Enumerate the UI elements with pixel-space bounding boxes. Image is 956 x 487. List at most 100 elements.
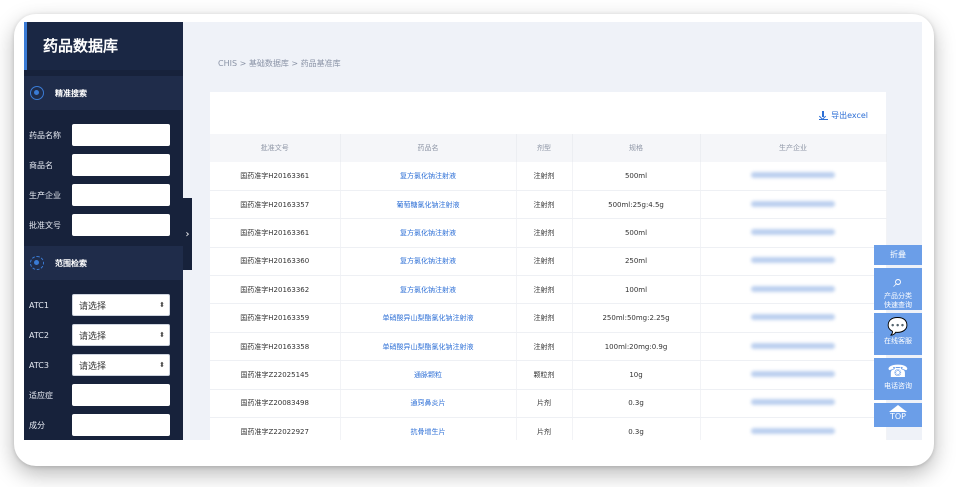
- sidebar-collapse-button[interactable]: ›: [183, 198, 192, 270]
- select-value: 请选择: [79, 301, 107, 312]
- drug-name-input[interactable]: [72, 124, 170, 146]
- select-arrow-icon: ⬍: [159, 331, 165, 339]
- select-value: 请选择: [79, 331, 107, 342]
- drug-name-link[interactable]: 复方氯化钠注射液: [340, 275, 517, 305]
- table-row[interactable]: 国药准字H20163357 葡萄糖氯化钠注射液 注射剂 500ml:25g:4.5g: [210, 190, 887, 220]
- field-label: ATC3: [29, 360, 49, 370]
- field-label: 药品名称: [29, 130, 61, 140]
- drug-name-link[interactable]: 单硝酸异山梨酯氯化钠注射液: [340, 332, 517, 362]
- drug-name-link[interactable]: 复方氯化钠注射液: [340, 247, 517, 277]
- approval-number-cell: 国药准字H20163362: [210, 275, 341, 305]
- drug-name-link[interactable]: 复方氯化钠注射液: [340, 162, 517, 191]
- approval-number-cell: 国药准字H20163358: [210, 332, 341, 362]
- redacted-text: [751, 171, 835, 178]
- spec-cell: 500ml: [572, 218, 701, 248]
- manufacturer-cell-redacted: [700, 162, 887, 191]
- spec-cell: 10g: [572, 360, 701, 390]
- approval-number-cell: 国药准字Z22025145: [210, 360, 341, 390]
- product-search-button[interactable]: ⌕ 产品分类 快速查询: [874, 268, 922, 310]
- back-to-top-button[interactable]: TOP: [874, 403, 922, 427]
- download-icon: [819, 111, 829, 120]
- atc2-select[interactable]: 请选择 ⬍: [72, 324, 170, 346]
- table-row[interactable]: 国药准字H20163361 复方氯化钠注射液 注射剂 500ml: [210, 218, 887, 248]
- approval-number-cell: 国药准字H20163357: [210, 190, 341, 220]
- drug-name-link[interactable]: 通脉颗粒: [340, 360, 517, 390]
- spec-cell: 250ml:50mg:2.25g: [572, 303, 701, 333]
- breadcrumb: CHIS > 基础数据库 > 药品基准库: [218, 59, 341, 68]
- range-search-header: 范围检索: [24, 246, 183, 280]
- table-row[interactable]: 国药准字Z22022927 抗骨增生片 片剂 0.3g: [210, 417, 887, 440]
- tool-label: 电话咨询: [884, 382, 912, 390]
- spec-cell: 500ml:25g:4.5g: [572, 190, 701, 220]
- select-arrow-icon: ⬍: [159, 301, 165, 309]
- drug-name-link[interactable]: 单硝酸异山梨酯氯化钠注射液: [340, 303, 517, 333]
- manufacturer-cell-redacted: [700, 247, 887, 277]
- column-header: 剂型: [516, 134, 573, 162]
- field-label: 生产企业: [29, 190, 61, 200]
- approval-number-cell: 国药准字H20163361: [210, 218, 341, 248]
- redacted-text: [751, 257, 835, 264]
- app-screen: 药品数据库 精准搜索 药品名称 商品名 生产企业 批准文号 范围检索 ATC1 请…: [24, 22, 922, 440]
- atc1-select[interactable]: 请选择 ⬍: [72, 294, 170, 316]
- drug-name-link[interactable]: 抗骨增生片: [340, 417, 517, 440]
- redacted-text: [751, 427, 835, 434]
- manufacturer-cell-redacted: [700, 218, 887, 248]
- online-service-button[interactable]: 💬 在线客服: [874, 313, 922, 355]
- chevron-right-icon: ›: [185, 228, 190, 240]
- field-label: ATC2: [29, 330, 49, 340]
- approval-number-input[interactable]: [72, 214, 170, 236]
- export-excel-button[interactable]: 导出excel: [819, 110, 868, 121]
- atc3-select[interactable]: 请选择 ⬍: [72, 354, 170, 376]
- spec-cell: 250ml: [572, 247, 701, 277]
- range-search-label: 范围检索: [55, 258, 87, 268]
- chat-icon: 💬: [887, 317, 909, 337]
- redacted-text: [751, 342, 835, 349]
- field-label: 成分: [29, 420, 45, 430]
- redacted-text: [751, 370, 835, 377]
- table-row[interactable]: 国药准字Z22025145 通脉颗粒 颗粒剂 10g: [210, 360, 887, 390]
- indication-input[interactable]: [72, 384, 170, 406]
- precise-search-label: 精准搜索: [55, 88, 87, 98]
- approval-number-cell: 国药准字H20163360: [210, 247, 341, 277]
- dosage-form-cell: 注射剂: [516, 303, 573, 333]
- table-header-row: 批准文号 药品名 剂型 规格 生产企业: [210, 134, 887, 162]
- manufacturer-cell-redacted: [700, 332, 887, 362]
- drug-name-link[interactable]: 通窍鼻炎片: [340, 389, 517, 419]
- table-row[interactable]: 国药准字H20163358 单硝酸异山梨酯氯化钠注射液 注射剂 100ml:20mg:…: [210, 332, 887, 362]
- field-label: ATC1: [29, 300, 49, 310]
- trade-name-input[interactable]: [72, 154, 170, 176]
- fold-button[interactable]: 折叠: [874, 245, 922, 265]
- arrow-up-icon: [889, 405, 907, 412]
- table-row[interactable]: 国药准字H20163359 单硝酸异山梨酯氯化钠注射液 注射剂 250ml:50mg:…: [210, 303, 887, 333]
- manufacturer-cell-redacted: [700, 389, 887, 419]
- table-row[interactable]: 国药准字H20163361 复方氯化钠注射液 注射剂 500ml: [210, 162, 887, 191]
- drug-name-link[interactable]: 复方氯化钠注射液: [340, 218, 517, 248]
- dosage-form-cell: 注射剂: [516, 332, 573, 362]
- redacted-text: [751, 314, 835, 321]
- drug-name-link[interactable]: 葡萄糖氯化钠注射液: [340, 190, 517, 220]
- approval-number-cell: 国药准字Z20083498: [210, 389, 341, 419]
- export-label: 导出excel: [831, 111, 868, 120]
- spec-cell: 0.3g: [572, 417, 701, 440]
- table-row[interactable]: 国药准字Z20083498 通窍鼻炎片 片剂 0.3g: [210, 389, 887, 419]
- sidebar: 药品数据库 精准搜索 药品名称 商品名 生产企业 批准文号 范围检索 ATC1 请…: [24, 22, 183, 440]
- dosage-form-cell: 颗粒剂: [516, 360, 573, 390]
- tool-label: TOP: [889, 412, 906, 421]
- redacted-text: [751, 399, 835, 406]
- field-label: 商品名: [29, 160, 53, 170]
- precise-search-header: 精准搜索: [24, 76, 183, 110]
- ingredient-input[interactable]: [72, 414, 170, 436]
- dosage-form-cell: 片剂: [516, 389, 573, 419]
- column-header: 批准文号: [210, 134, 341, 162]
- column-header: 规格: [572, 134, 701, 162]
- floating-toolbar: 折叠 ⌕ 产品分类 快速查询 💬 在线客服 ☎ 电话咨询 TOP: [874, 245, 922, 430]
- table-row[interactable]: 国药准字H20163362 复方氯化钠注射液 注射剂 100ml: [210, 275, 887, 305]
- redacted-text: [751, 228, 835, 235]
- refresh-icon: [30, 256, 44, 270]
- select-arrow-icon: ⬍: [159, 361, 165, 369]
- dosage-form-cell: 片剂: [516, 417, 573, 440]
- phone-button[interactable]: ☎ 电话咨询: [874, 358, 922, 400]
- manufacturer-input[interactable]: [72, 184, 170, 206]
- table-row[interactable]: 国药准字H20163360 复方氯化钠注射液 注射剂 250ml: [210, 247, 887, 277]
- field-label: 适应症: [29, 390, 53, 400]
